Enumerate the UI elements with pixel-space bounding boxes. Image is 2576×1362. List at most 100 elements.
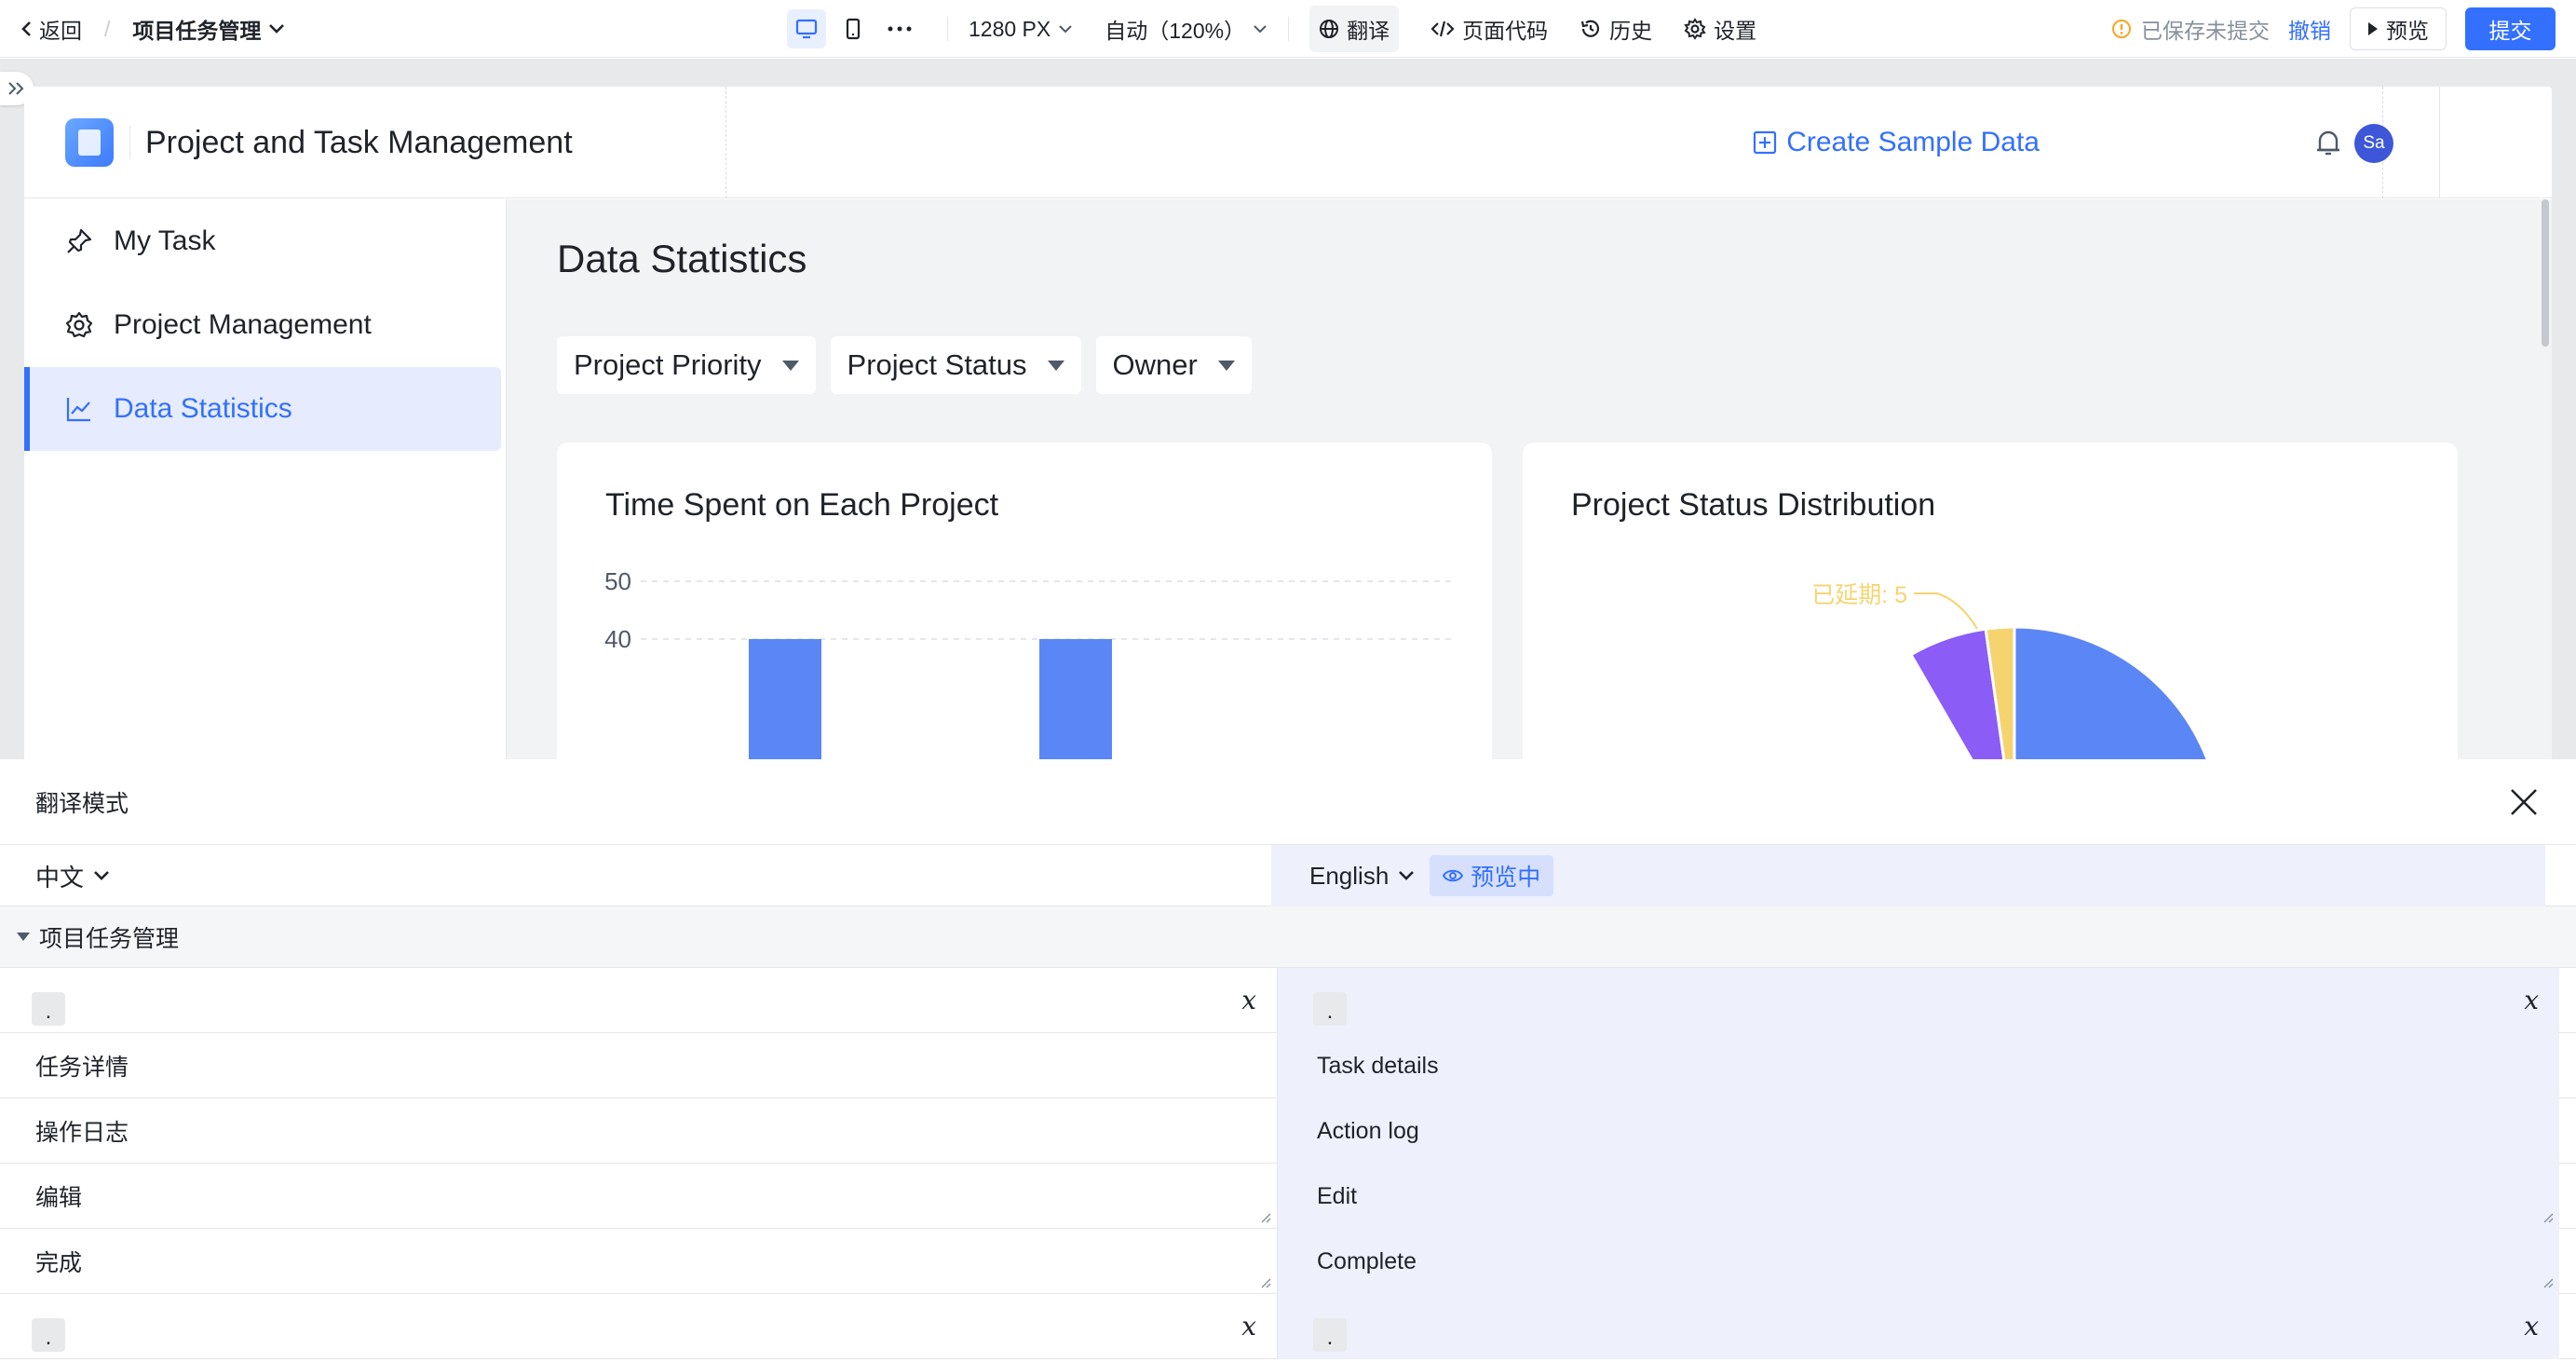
mobile-icon bbox=[846, 18, 861, 40]
sidebar-item-project-management[interactable]: Project Management bbox=[24, 283, 501, 367]
target-language-select[interactable]: English 预览中 bbox=[1309, 845, 1554, 906]
target-text-field[interactable]: Edit bbox=[1278, 1164, 2559, 1229]
source-text-field[interactable]: 任务详情 bbox=[0, 1033, 1278, 1098]
desktop-view-button[interactable] bbox=[787, 9, 826, 48]
avatar[interactable]: Sa bbox=[2354, 124, 2393, 163]
width-select[interactable]: 1280 PX bbox=[969, 17, 1073, 42]
chevron-down-icon bbox=[1254, 25, 1267, 34]
desktop-icon bbox=[795, 19, 818, 39]
history-button[interactable]: 历史 bbox=[1579, 13, 1652, 45]
mobile-view-button[interactable] bbox=[834, 9, 873, 48]
preview-button[interactable]: 预览 bbox=[2350, 7, 2447, 50]
more-icon bbox=[888, 26, 912, 32]
sidebar-item-data-statistics[interactable]: Data Statistics bbox=[24, 367, 501, 451]
target-text-field[interactable]: .x bbox=[1278, 968, 2559, 1033]
settings-label: 设置 bbox=[1714, 19, 1757, 43]
preview-tag[interactable]: 预览中 bbox=[1430, 855, 1554, 896]
variable-tag: . bbox=[32, 1318, 65, 1352]
source-text-field[interactable]: 操作日志 bbox=[0, 1098, 1278, 1164]
label-leader-line bbox=[1914, 592, 1978, 630]
undo-button[interactable]: 撤销 bbox=[2288, 13, 2331, 45]
resize-handle-icon[interactable] bbox=[2542, 1277, 2554, 1288]
toolbar-divider bbox=[947, 17, 948, 41]
sidebar-item-label: My Task bbox=[114, 225, 216, 256]
save-status: 已保存未提交 bbox=[2111, 13, 2270, 45]
close-icon[interactable] bbox=[2509, 787, 2539, 817]
formula-icon[interactable]: x bbox=[1241, 985, 1256, 1015]
zoom-select[interactable]: 自动（120%） bbox=[1105, 13, 1268, 45]
sidebar-item-label: Project Management bbox=[114, 309, 372, 340]
main-scrollbar[interactable] bbox=[2539, 199, 2552, 759]
filter-project-priority[interactable]: Project Priority bbox=[557, 336, 816, 394]
toolbar-left: 返回 / 项目任务管理 bbox=[20, 0, 285, 58]
top-toolbar: 返回 / 项目任务管理 1280 PX 自动（120%） 翻译 页面代码 历史 … bbox=[0, 0, 2576, 58]
scroll-thumb[interactable] bbox=[2542, 199, 2549, 347]
source-text-field[interactable]: .x bbox=[0, 968, 1278, 1033]
line-chart-icon bbox=[66, 398, 90, 422]
sidebar: My Task Project Management Data Statisti… bbox=[24, 199, 507, 759]
source-text-field[interactable]: .x bbox=[0, 1294, 1278, 1359]
filter-label: Project Priority bbox=[574, 348, 762, 381]
filter-project-status[interactable]: Project Status bbox=[830, 336, 1081, 394]
row-text: 操作日志 bbox=[35, 1120, 129, 1146]
code-icon bbox=[1430, 20, 1455, 37]
language-row: 中文 English 预览中 bbox=[0, 845, 2576, 906]
target-text-field[interactable]: Action log bbox=[1278, 1098, 2559, 1164]
resize-handle-icon[interactable] bbox=[2542, 1212, 2554, 1223]
eye-icon bbox=[1443, 869, 1464, 882]
more-button[interactable] bbox=[880, 9, 919, 48]
target-text-field[interactable]: .x bbox=[1278, 1294, 2559, 1359]
target-text-field[interactable]: Complete bbox=[1278, 1229, 2559, 1294]
translation-row: 操作日志 Action log bbox=[0, 1098, 2576, 1164]
formula-icon[interactable]: x bbox=[2524, 985, 2539, 1015]
app-switcher[interactable]: 项目任务管理 bbox=[132, 13, 285, 45]
pie-slice-label: 已延期: 5 bbox=[1811, 582, 1907, 608]
sidebar-item-my-task[interactable]: My Task bbox=[24, 199, 501, 283]
group-name: 项目任务管理 bbox=[39, 925, 180, 952]
double-chevron-right-icon bbox=[8, 82, 24, 95]
caret-down-icon bbox=[1047, 360, 1064, 371]
chart-card-status-distribution: Project Status Distribution 已延期: 5 bbox=[1523, 443, 2458, 759]
row-text: 完成 bbox=[35, 1250, 83, 1276]
header-divider bbox=[2439, 87, 2440, 198]
row-text: 编辑 bbox=[35, 1185, 83, 1211]
group-header[interactable]: 项目任务管理 bbox=[0, 906, 2576, 968]
chevron-left-icon bbox=[21, 21, 31, 36]
settings-button[interactable]: 设置 bbox=[1684, 13, 1756, 45]
translation-row: 编辑 Edit bbox=[0, 1164, 2576, 1229]
source-text-field[interactable]: 编辑 bbox=[0, 1164, 1278, 1229]
formula-icon[interactable]: x bbox=[1241, 1311, 1256, 1342]
save-status-text: 已保存未提交 bbox=[2141, 19, 2270, 43]
target-language: English bbox=[1309, 861, 1390, 890]
filter-bar: Project Priority Project Status Owner bbox=[557, 336, 1252, 394]
resize-handle-icon[interactable] bbox=[1260, 1277, 1271, 1288]
toolbar-divider bbox=[1288, 17, 1290, 41]
app-name: 项目任务管理 bbox=[132, 19, 262, 43]
page-code-button[interactable]: 页面代码 bbox=[1430, 13, 1548, 45]
source-language-select[interactable]: 中文 bbox=[35, 845, 110, 906]
target-text-field[interactable]: Task details bbox=[1278, 1033, 2559, 1098]
app-title: Project and Task Management bbox=[145, 124, 573, 160]
caret-down-icon bbox=[781, 360, 799, 371]
filter-label: Project Status bbox=[847, 348, 1027, 381]
row-text: Complete bbox=[1317, 1247, 1417, 1274]
toolbar-right: 已保存未提交 撤销 预览 提交 bbox=[2111, 0, 2556, 58]
back-button[interactable]: 返回 bbox=[20, 13, 82, 45]
toolbar-center: 1280 PX 自动（120%） 翻译 页面代码 历史 设置 bbox=[787, 0, 1788, 58]
caret-down-icon bbox=[1217, 360, 1235, 371]
translation-row: .x.x bbox=[0, 968, 2576, 1033]
create-sample-data-button[interactable]: Create Sample Data bbox=[1753, 87, 2040, 198]
globe-icon bbox=[1320, 20, 1339, 38]
translate-button[interactable]: 翻译 bbox=[1309, 6, 1400, 52]
bell-icon[interactable] bbox=[2312, 126, 2345, 159]
submit-button[interactable]: 提交 bbox=[2465, 7, 2556, 50]
source-text-field[interactable]: 完成 bbox=[0, 1229, 1278, 1294]
chevron-down-icon bbox=[1399, 871, 1415, 880]
preview-label: 预览 bbox=[2386, 19, 2429, 43]
formula-icon[interactable]: x bbox=[2524, 1311, 2539, 1342]
breadcrumb-separator: / bbox=[104, 16, 111, 41]
filter-owner[interactable]: Owner bbox=[1095, 336, 1252, 394]
resize-handle-icon[interactable] bbox=[1260, 1212, 1271, 1223]
warning-icon bbox=[2112, 20, 2131, 38]
bar bbox=[1039, 639, 1112, 759]
